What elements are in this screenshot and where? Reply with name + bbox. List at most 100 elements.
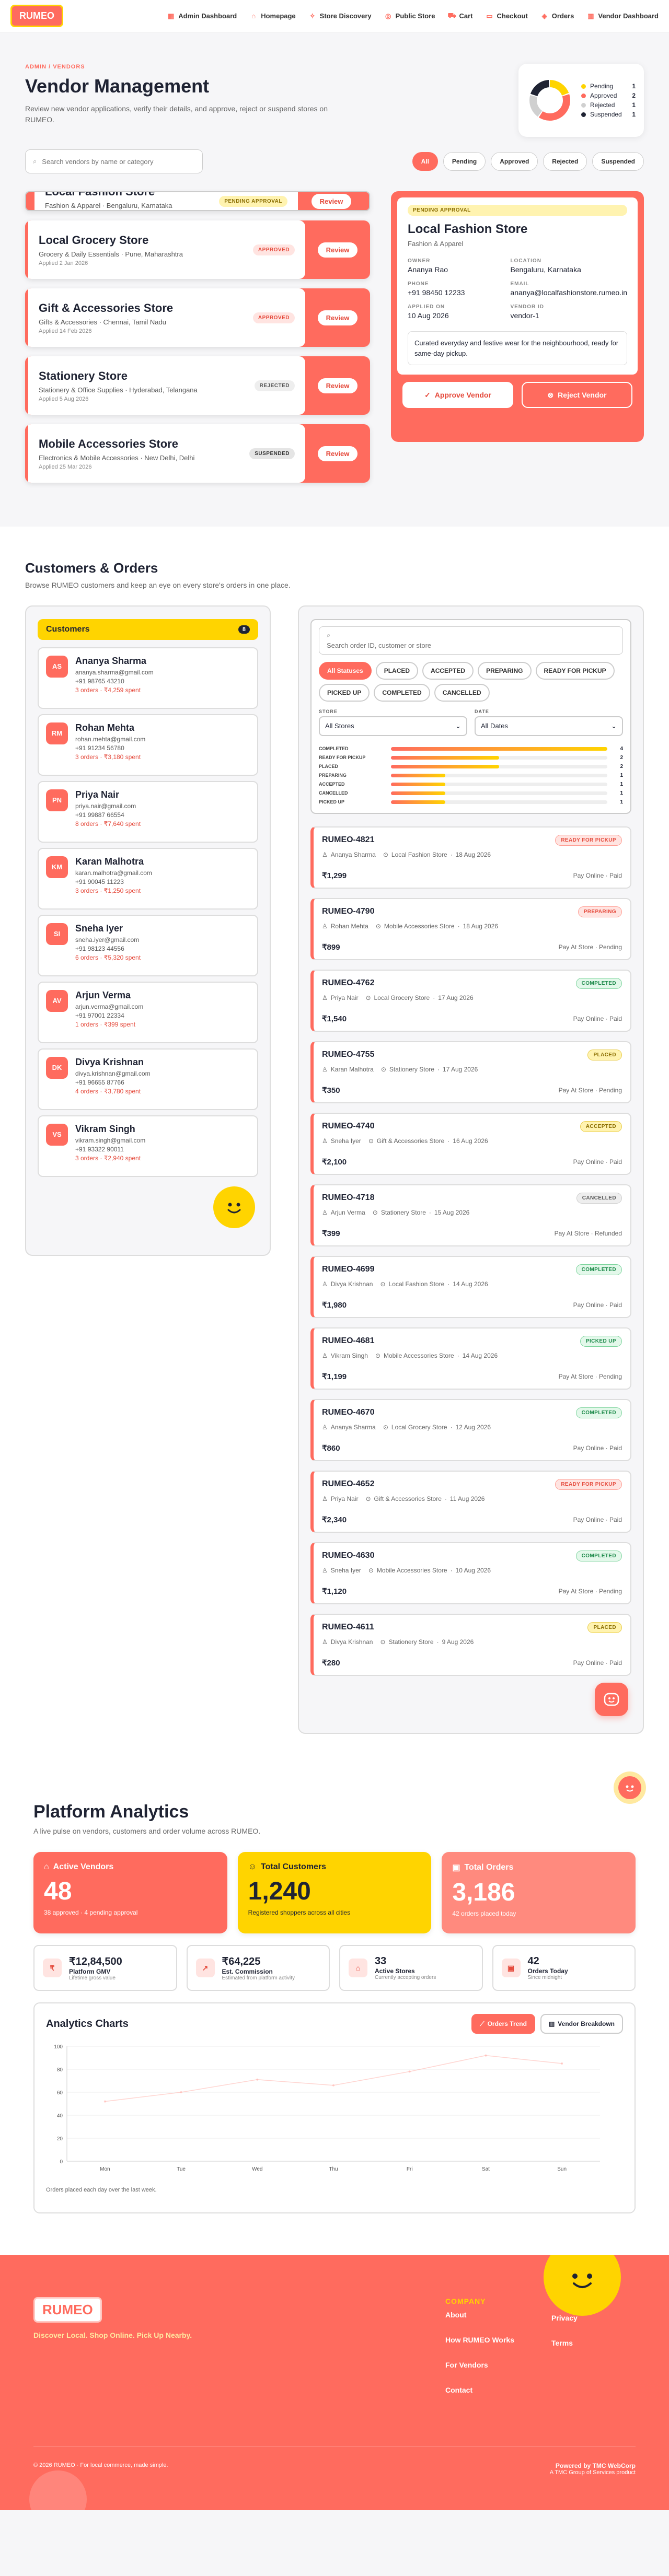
- vendor-card[interactable]: Mobile Accessories Store Electronics & Mo…: [25, 424, 370, 483]
- order-card[interactable]: RUMEO-4821 READY FOR PICKUP ♙ Ananya Sharma…: [310, 826, 631, 889]
- status-badge: COMPLETED: [575, 1407, 622, 1418]
- line-chart-icon: ⟋: [480, 2020, 485, 2027]
- vendor-search-input[interactable]: [42, 157, 195, 166]
- order-id: RUMEO-4681: [322, 1336, 375, 1346]
- filter-all[interactable]: All: [412, 152, 438, 171]
- nav-link-store-discovery[interactable]: ✧ Store Discovery: [308, 11, 371, 21]
- status-badge: APPROVED: [252, 244, 295, 255]
- footer-link[interactable]: Terms: [551, 2339, 578, 2347]
- footer-logo[interactable]: RUMEO: [33, 2297, 102, 2323]
- detail-field: VENDOR ID vendor-1: [510, 304, 627, 320]
- order-store: Mobile Accessories Store: [376, 1566, 447, 1574]
- vendor-search[interactable]: ⌕: [25, 149, 203, 173]
- nav-link-orders[interactable]: ◈ Orders: [540, 11, 574, 21]
- filter-pending[interactable]: Pending: [443, 152, 486, 171]
- nav-link-checkout[interactable]: ▭ Checkout: [486, 11, 527, 21]
- nav-link-vendor-dashboard[interactable]: ▥ Vendor Dashboard: [586, 11, 659, 21]
- customer-card[interactable]: SI Sneha Iyer sneha.iyer@gmail.com +91 9812…: [38, 914, 258, 976]
- data-point: [485, 2054, 487, 2057]
- order-card[interactable]: RUMEO-4790 PREPARING ♙ Rohan Mehta ⊙ Mobile A…: [310, 897, 631, 960]
- order-card[interactable]: RUMEO-4630 COMPLETED ♙ Sneha Iyer ⊙ Mobile Ac…: [310, 1542, 631, 1604]
- order-payment: Pay Online · Paid: [573, 1301, 622, 1309]
- x-circle-icon: ⊗: [547, 390, 554, 399]
- order-filter-picked-up[interactable]: PICKED UP: [319, 683, 370, 702]
- filter-suspended[interactable]: Suspended: [592, 152, 644, 171]
- detail-field-label: APPLIED ON: [408, 304, 445, 310]
- legend-label: Pending: [590, 83, 614, 90]
- footer-link[interactable]: For Vendors: [445, 2361, 539, 2369]
- status-badge: COMPLETED: [575, 1264, 622, 1275]
- nav-link-public-store[interactable]: ◎ Public Store: [384, 11, 435, 21]
- review-button[interactable]: Review: [311, 193, 352, 209]
- order-card[interactable]: RUMEO-4681 PICKED UP ♙ Vikram Singh ⊙ Mobile …: [310, 1327, 631, 1390]
- order-search-input[interactable]: [327, 642, 615, 650]
- review-button[interactable]: Review: [317, 446, 358, 461]
- order-footer: ₹860 Pay Online · Paid: [322, 1443, 622, 1453]
- status-badge: CANCELLED: [576, 1192, 622, 1204]
- order-filter-completed[interactable]: COMPLETED: [374, 683, 430, 702]
- vendor-breakdown-tab[interactable]: ▥ Vendor Breakdown: [540, 2014, 623, 2034]
- order-card[interactable]: RUMEO-4652 READY FOR PICKUP ♙ Priya Nair ⊙ Gi…: [310, 1470, 631, 1533]
- order-card[interactable]: RUMEO-4762 COMPLETED ♙ Priya Nair ⊙ Local Gro…: [310, 969, 631, 1032]
- order-filter-preparing[interactable]: PREPARING: [478, 661, 532, 680]
- vendor-card[interactable]: Local Fashion Store Fashion & Apparel · B…: [25, 191, 370, 211]
- order-search[interactable]: ⌕: [319, 626, 623, 655]
- order-card[interactable]: RUMEO-4755 PLACED ♙ Karan Malhotra ⊙ Statione…: [310, 1041, 631, 1103]
- customer-card[interactable]: DK Divya Krishnan divya.krishnan@gmail.com…: [38, 1048, 258, 1110]
- customer-card[interactable]: RM Rohan Mehta rohan.mehta@gmail.com +91 91…: [38, 714, 258, 776]
- order-store: Stationery Store: [389, 1065, 434, 1073]
- nav-link-cart[interactable]: ⛟ Cart: [448, 11, 473, 21]
- filter-approved[interactable]: Approved: [491, 152, 538, 171]
- order-card[interactable]: RUMEO-4670 COMPLETED ♙ Ananya Sharma ⊙ Local …: [310, 1398, 631, 1461]
- store-select[interactable]: All Stores ⌄: [319, 716, 467, 736]
- order-meta: ♙ Sneha Iyer ⊙ Gift & Accessories Store · 16 …: [322, 1137, 622, 1145]
- vendor-status-summary: Pending 1 Approved 2 Rejected 1 Suspended 1: [518, 64, 644, 137]
- customer-card[interactable]: VS Vikram Singh vikram.singh@gmail.com +91 …: [38, 1115, 258, 1177]
- powered-by-title[interactable]: Powered by TMC WebCorp: [556, 2462, 636, 2469]
- vendor-card-body: Mobile Accessories Store Electronics & Mo…: [25, 424, 305, 483]
- order-filter-all-statuses[interactable]: All Statuses: [319, 661, 372, 680]
- order-filter-ready-for-pickup[interactable]: READY FOR PICKUP: [535, 661, 615, 680]
- order-filter-cancelled[interactable]: CANCELLED: [434, 683, 490, 702]
- review-button[interactable]: Review: [317, 378, 358, 393]
- status-badge: SUSPENDED: [249, 448, 295, 459]
- order-card[interactable]: RUMEO-4740 ACCEPTED ♙ Sneha Iyer ⊙ Gift & Acc…: [310, 1112, 631, 1175]
- vendor-card[interactable]: Gift & Accessories Store Gifts & Accessor…: [25, 288, 370, 347]
- order-filter-accepted[interactable]: ACCEPTED: [422, 661, 474, 680]
- order-customer: Karan Malhotra: [330, 1065, 374, 1073]
- vendor-card[interactable]: Local Grocery Store Grocery & Daily Essen…: [25, 220, 370, 279]
- nav-link-admin-dashboard[interactable]: ▦ Admin Dashboard: [167, 11, 237, 21]
- separator: ·: [447, 1280, 450, 1288]
- footer-link[interactable]: About: [445, 2311, 539, 2319]
- approve-vendor-button[interactable]: ✓ Approve Vendor: [402, 382, 513, 408]
- nav-link-homepage[interactable]: ⌂ Homepage: [249, 11, 295, 21]
- review-button[interactable]: Review: [317, 310, 358, 325]
- order-amount: ₹350: [322, 1086, 340, 1095]
- footer-link[interactable]: How RUMEO Works: [445, 2336, 539, 2344]
- reject-vendor-button[interactable]: ⊗ Reject Vendor: [522, 382, 632, 408]
- vendor-name: Stationery Store: [39, 369, 128, 382]
- customer-card[interactable]: AS Ananya Sharma ananya.sharma@gmail.com +9…: [38, 647, 258, 709]
- customer-card[interactable]: PN Priya Nair priya.nair@gmail.com +91 9988…: [38, 780, 258, 843]
- customer-card[interactable]: AV Arjun Verma arjun.verma@gmail.com +91 97…: [38, 981, 258, 1043]
- order-filter-placed[interactable]: PLACED: [375, 661, 419, 680]
- detail-field-value: 10 Aug 2026: [408, 311, 449, 320]
- order-date: 17 Aug 2026: [442, 1065, 478, 1073]
- vendor-card[interactable]: Stationery Store Stationery & Office Supp…: [25, 356, 370, 415]
- customer-card[interactable]: KM Karan Malhotra karan.malhotra@gmail.com…: [38, 847, 258, 910]
- order-card[interactable]: RUMEO-4611 PLACED ♙ Divya Krishnan ⊙ Statione…: [310, 1613, 631, 1676]
- robot-mascot-icon[interactable]: [614, 1771, 646, 1804]
- filter-rejected[interactable]: Rejected: [543, 152, 587, 171]
- review-button[interactable]: Review: [317, 242, 358, 258]
- footer-link[interactable]: Privacy: [551, 2314, 578, 2322]
- date-select[interactable]: All Dates ⌄: [475, 716, 623, 736]
- assistant-fab[interactable]: [595, 1682, 628, 1716]
- order-card[interactable]: RUMEO-4718 CANCELLED ♙ Arjun Verma ⊙ Statione…: [310, 1184, 631, 1246]
- orders-trend-tab[interactable]: ⟋ Orders Trend: [471, 2014, 535, 2034]
- status-bar-row: ACCEPTED 1: [319, 780, 623, 789]
- order-card[interactable]: RUMEO-4699 COMPLETED ♙ Divya Krishnan ⊙ Local…: [310, 1255, 631, 1318]
- kpi-subtitle: 42 orders placed today: [452, 1910, 516, 1918]
- footer-link[interactable]: Contact: [445, 2386, 539, 2394]
- customer-email: karan.malhotra@gmail.com: [75, 869, 152, 877]
- rumeo-logo[interactable]: RUMEO: [10, 5, 63, 27]
